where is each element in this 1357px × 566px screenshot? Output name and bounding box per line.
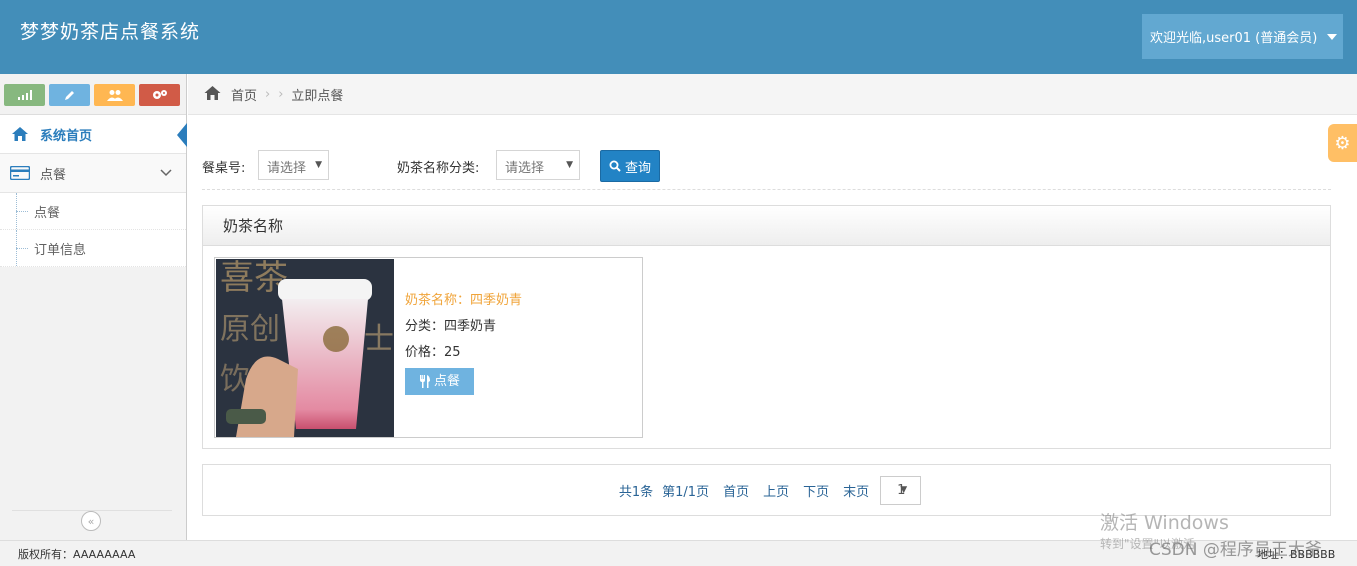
product-price: 价格：25	[405, 345, 461, 360]
chevron-right-icon: ›	[265, 86, 271, 102]
order-button[interactable]: 点餐	[405, 368, 475, 395]
caret-down-icon	[1327, 33, 1338, 40]
footer-copyright: 版权所有：AAAAAAAA	[18, 548, 136, 561]
svg-text:原创: 原创	[220, 312, 280, 347]
product-name[interactable]: 奶茶名称：四季奶青	[405, 288, 522, 314]
sidebar-shortcuts	[0, 74, 186, 115]
table-number-label: 餐桌号:	[202, 161, 246, 176]
search-button[interactable]: 查询	[600, 150, 660, 182]
pagination-next[interactable]: 下页	[803, 481, 829, 500]
category-select[interactable]: 请选择 ▼	[496, 150, 580, 180]
product-photo: 喜茶 原创 饮 士	[216, 259, 394, 437]
page-select[interactable]: 1 ▼	[880, 475, 922, 505]
product-category: 分类：四季奶青	[405, 319, 497, 334]
select-value: 请选择	[505, 161, 545, 176]
select-value: 请选择	[267, 161, 307, 176]
caret-down-icon: ▼	[566, 160, 573, 170]
pencil-icon[interactable]	[49, 84, 90, 106]
product-info: 奶茶名称：四季奶青 分类：四季奶青 价格：25 点餐	[405, 288, 522, 398]
home-icon	[10, 127, 30, 141]
csdn-watermark: CSDN @程序员王大爷	[1149, 540, 1322, 560]
sidebar-subitem-label: 订单信息	[34, 242, 87, 258]
sidebar-subitem-order[interactable]: 点餐	[0, 193, 186, 230]
sidebar-subitem-orders-info[interactable]: 订单信息	[0, 230, 186, 267]
svg-text:喜茶: 喜茶	[220, 259, 288, 298]
caret-down-icon: ▼	[315, 160, 322, 170]
sidebar-item-label: 系统首页	[40, 128, 93, 144]
breadcrumb-home-link[interactable]: 首页	[231, 85, 257, 104]
product-card: 喜茶 原创 饮 士 奶茶名称：四季奶青 分类：四季奶青 价格：25 点餐	[214, 257, 643, 438]
gear-icon: ⚙	[1334, 132, 1351, 154]
sidebar-item-order[interactable]: 点餐	[0, 154, 186, 193]
cutlery-icon	[420, 375, 430, 388]
sidebar-item-home[interactable]: 系统首页	[0, 115, 187, 154]
credit-card-icon	[10, 166, 30, 180]
double-angle-left-icon[interactable]: «	[81, 511, 101, 531]
pagination-total: 共1条	[618, 484, 654, 500]
table-number-select[interactable]: 请选择 ▼	[258, 150, 329, 180]
signal-icon[interactable]	[4, 84, 45, 106]
user-greeting: 欢迎光临,user01 (普通会员)	[1150, 31, 1318, 46]
category-label: 奶茶名称分类:	[397, 161, 480, 176]
chevron-right-icon: ›	[278, 86, 284, 102]
svg-text:士: 士	[364, 322, 394, 357]
user-menu[interactable]: 欢迎光临,user01 (普通会员)	[1142, 14, 1343, 59]
app-title: 梦梦奶茶店点餐系统	[20, 21, 201, 43]
cogs-icon[interactable]	[139, 84, 180, 106]
users-icon[interactable]	[94, 84, 135, 106]
header: 梦梦奶茶店点餐系统 欢迎光临,user01 (普通会员)	[0, 0, 1357, 74]
sidebar-item-label: 点餐	[40, 167, 67, 183]
pagination-last[interactable]: 末页	[843, 481, 869, 500]
pagination-page: 第1/1页	[662, 484, 710, 500]
windows-activation-watermark: 激活 Windows	[1100, 512, 1229, 534]
home-icon	[204, 85, 221, 104]
settings-gear-button[interactable]: ⚙	[1328, 124, 1357, 162]
filter-bar: 餐桌号: 请选择 ▼ 奶茶名称分类: 请选择 ▼ 查询	[202, 148, 1331, 190]
pagination-prev[interactable]: 上页	[763, 481, 789, 500]
search-icon	[609, 160, 621, 172]
sidebar-subitem-label: 点餐	[34, 205, 61, 221]
caret-down-icon: ▼	[900, 484, 908, 495]
order-button-label: 点餐	[434, 373, 461, 389]
product-panel: 奶茶名称 喜茶 原创 饮 士 奶茶名称：四季奶青 分类：四季奶青 价格：25 点…	[202, 205, 1331, 449]
breadcrumb-current: 立即点餐	[291, 88, 344, 104]
search-button-label: 查询	[624, 160, 651, 176]
sidebar-submenu: 点餐 订单信息	[0, 193, 186, 267]
breadcrumb: 首页 › › 立即点餐	[188, 74, 1357, 115]
panel-title: 奶茶名称	[203, 206, 1330, 246]
sidebar: 系统首页 点餐 点餐 订单信息 «	[0, 74, 187, 540]
chevron-down-icon	[160, 166, 172, 180]
pagination-first[interactable]: 首页	[723, 481, 749, 500]
